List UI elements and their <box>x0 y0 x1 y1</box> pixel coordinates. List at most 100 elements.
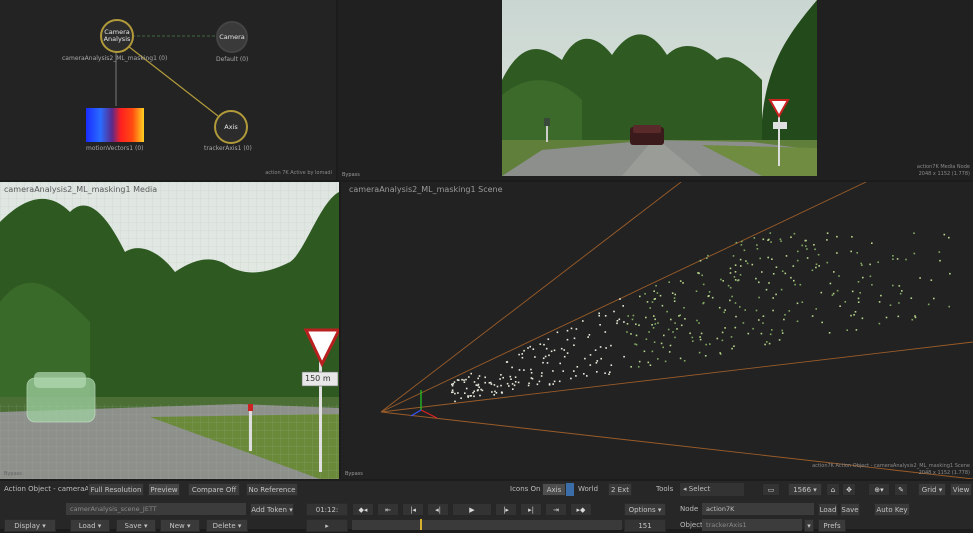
point-cloud-point <box>674 322 676 324</box>
object-field[interactable]: trackerAxis1 <box>702 519 802 531</box>
grid-dropdown[interactable]: Grid ▾ <box>918 483 946 496</box>
point-cloud-point <box>711 296 714 299</box>
move-icon[interactable]: ✥ <box>842 483 856 496</box>
point-cloud-point <box>663 334 665 337</box>
load-node-button[interactable]: Load <box>818 503 838 516</box>
step-forward-icon[interactable]: ⇥ <box>545 503 567 516</box>
options-label: Options <box>628 506 656 514</box>
select-tool[interactable]: ◂ Select <box>680 483 744 496</box>
world-label[interactable]: World <box>578 483 598 496</box>
no-reference-button[interactable]: No Reference <box>246 483 298 496</box>
new-dropdown[interactable]: New ▾ <box>160 519 200 532</box>
point-cloud-point <box>682 282 684 284</box>
next-keyframe-icon[interactable]: ▸◆ <box>570 503 592 516</box>
prev-frame-icon[interactable]: ◂| <box>427 503 449 516</box>
node-field[interactable]: action7K <box>702 503 814 515</box>
axis-node[interactable]: Axis <box>214 110 248 144</box>
point-cloud-point <box>901 290 903 292</box>
scene-name-field[interactable]: camerAnalysis_scene_JETT <box>66 503 246 515</box>
camera-analysis-node[interactable]: Camera Analysis <box>100 19 134 53</box>
go-end-icon[interactable]: ▸| <box>520 503 542 516</box>
point-cloud-point <box>857 301 860 303</box>
point-cloud-point <box>938 251 941 253</box>
point-cloud-point <box>634 343 636 345</box>
point-cloud-point <box>734 326 737 329</box>
save-node-button[interactable]: Save <box>840 503 860 516</box>
point-cloud-point <box>871 242 873 244</box>
view-button[interactable]: View <box>950 483 972 496</box>
point-cloud-point <box>702 283 705 286</box>
point-cloud-point <box>733 345 735 347</box>
step-back-icon[interactable]: ⇤ <box>377 503 399 516</box>
play-icon[interactable]: ▶ <box>452 503 492 516</box>
navigate-icon[interactable]: ⊕▾ <box>868 483 890 496</box>
save-dropdown[interactable]: Save ▾ <box>116 519 156 532</box>
frame-end-field[interactable]: 151 <box>624 519 666 532</box>
point-cloud-point <box>701 274 703 277</box>
media-viewer-panel[interactable]: 150 m cameraAnalysis2_ML_masking1 Media … <box>0 182 339 479</box>
point-cloud-point <box>699 259 702 262</box>
point-cloud-point <box>475 384 478 386</box>
eyedropper-icon[interactable]: ✎ <box>894 483 908 496</box>
compare-off-button[interactable]: Compare Off <box>188 483 240 496</box>
point-cloud-point <box>747 332 750 335</box>
schematic-panel[interactable]: Camera Analysis cameraAnalysis2_ML_maski… <box>0 0 336 180</box>
point-cloud-point <box>451 384 454 387</box>
point-cloud-point <box>770 241 772 243</box>
scene-viewer-panel[interactable]: cameraAnalysis2_ML_masking1 Scene Bypass… <box>341 182 973 479</box>
zoom-dropdown[interactable]: 1566 ▾ <box>788 483 822 496</box>
point-cloud-point <box>648 331 650 333</box>
point-cloud-point <box>622 305 624 307</box>
prev-keyframe-icon[interactable]: ◆◂ <box>352 503 374 516</box>
point-cloud-point <box>566 338 569 341</box>
point-cloud-point <box>853 314 855 316</box>
point-cloud-point <box>745 260 747 262</box>
next-frame-icon[interactable]: |▸ <box>495 503 517 516</box>
action-object-label[interactable]: Action Object - cameraA <box>4 483 89 496</box>
axis-button[interactable]: Axis <box>542 483 566 496</box>
point-cloud-point <box>772 309 774 312</box>
point-cloud-point <box>518 369 521 371</box>
point-cloud-point <box>596 371 598 373</box>
point-cloud-point <box>570 327 573 330</box>
point-cloud-point <box>856 252 858 254</box>
object-dropdown-button[interactable]: ▾ <box>804 519 814 532</box>
load-dropdown[interactable]: Load ▾ <box>70 519 110 532</box>
point-cloud-point <box>897 315 900 318</box>
icons-on-label[interactable]: Icons On <box>510 483 540 496</box>
frame-icon[interactable]: ▭ <box>762 483 780 496</box>
frame-start-field[interactable]: ▸ <box>306 519 348 532</box>
add-token-dropdown[interactable]: Add Token ▾ <box>250 503 294 516</box>
point-cloud-point <box>698 351 701 354</box>
motion-vectors-node[interactable] <box>86 108 144 142</box>
bottom-toolbar: Action Object - cameraA Full Resolution … <box>0 481 973 532</box>
display-dropdown[interactable]: Display ▾ <box>4 519 56 532</box>
timecode-field[interactable]: 01:12: <box>306 503 348 516</box>
point-cloud-point <box>861 317 864 320</box>
point-cloud-point <box>755 277 757 280</box>
timeline-playhead[interactable] <box>420 519 422 530</box>
point-cloud-point <box>679 280 682 282</box>
point-cloud-point <box>584 357 586 360</box>
go-start-icon[interactable]: |◂ <box>402 503 424 516</box>
auto-key-button[interactable]: Auto Key <box>874 503 910 516</box>
home-icon[interactable]: ⌂ <box>826 483 840 496</box>
point-cloud-point <box>781 270 784 272</box>
prefs-button[interactable]: Prefs <box>818 519 846 532</box>
point-cloud-point <box>695 290 698 292</box>
point-cloud-point <box>506 382 509 385</box>
2d-ext-button[interactable]: 2 Ext <box>608 483 632 496</box>
point-cloud-point <box>788 310 791 312</box>
point-cloud-point <box>740 265 742 267</box>
camera-node[interactable]: Camera <box>216 21 248 53</box>
preview-button[interactable]: Preview <box>148 483 180 496</box>
point-cloud-point <box>529 345 531 348</box>
options-dropdown[interactable]: Options ▾ <box>624 503 666 516</box>
full-resolution-button[interactable]: Full Resolution <box>88 483 144 496</box>
delete-dropdown[interactable]: Delete ▾ <box>206 519 248 532</box>
top-viewer-panel[interactable]: Bypass action7K Media Node 2048 x 1152 (… <box>338 0 973 180</box>
point-cloud-point <box>756 248 759 250</box>
point-cloud-point <box>651 350 654 353</box>
point-cloud-point <box>707 254 709 257</box>
point-cloud-point <box>831 294 834 296</box>
